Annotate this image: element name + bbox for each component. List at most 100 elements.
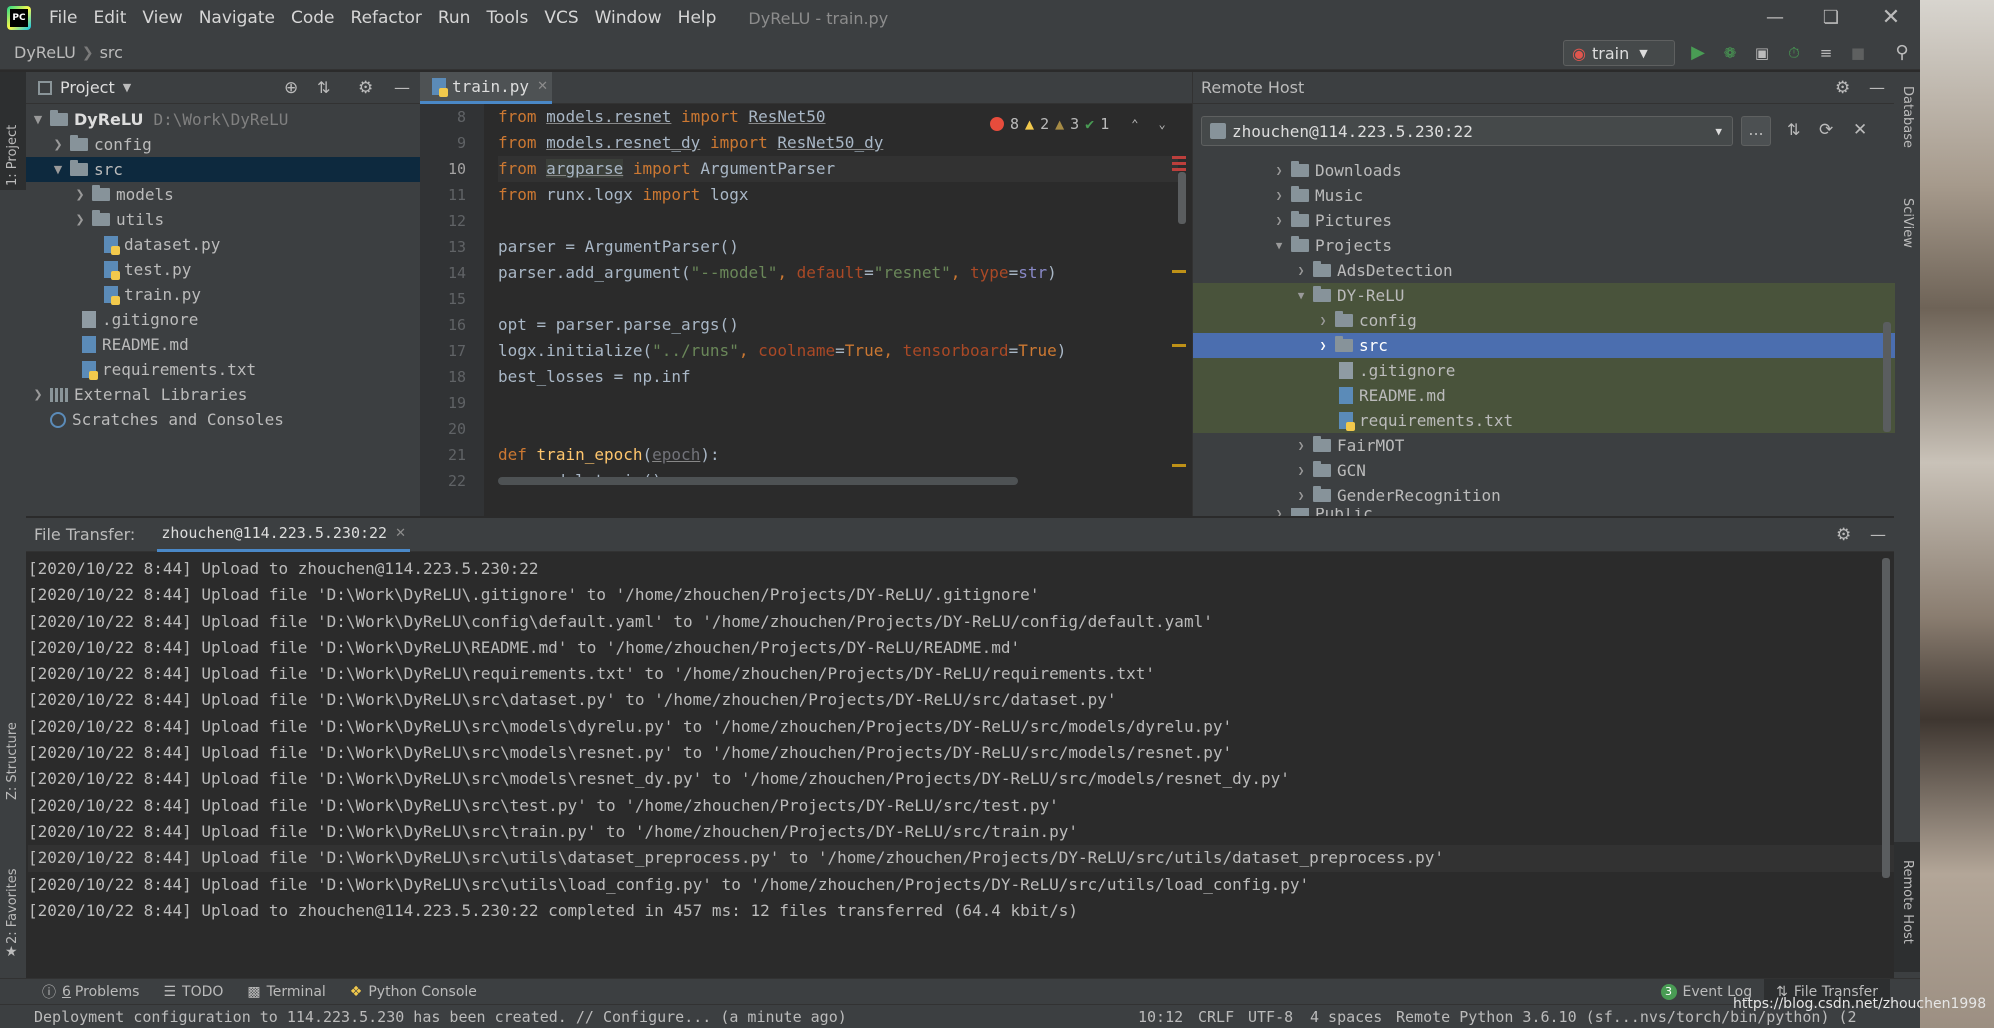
remote-item-projects[interactable]: ▼ Projects [1193, 233, 1895, 258]
locate-icon[interactable]: ⊕ [284, 78, 298, 98]
warning-stripe-mark[interactable] [1172, 270, 1186, 273]
python-console-button[interactable]: ❖ Python Console [338, 979, 489, 1005]
favorites-stripe-label[interactable]: 2: Favorites [5, 868, 20, 944]
hide-panel-icon[interactable]: — [1870, 525, 1886, 544]
build-icon[interactable]: ≡ [1815, 42, 1837, 64]
error-stripe-mark[interactable] [1172, 156, 1186, 159]
remote-item-fairmot[interactable]: ❯ FairMOT [1193, 433, 1895, 458]
refresh-icon[interactable]: ⟳ [1819, 120, 1833, 140]
remote-item-requirements[interactable]: requirements.txt [1193, 408, 1895, 433]
breadcrumb-src[interactable]: src [94, 43, 123, 62]
menu-edit[interactable]: Edit [85, 8, 134, 28]
tree-item-utils[interactable]: ❯ utils [26, 207, 420, 232]
chevron-down-icon[interactable]: ⌄ [1158, 117, 1165, 131]
menu-run[interactable]: Run [430, 8, 479, 28]
terminal-button[interactable]: ▩ Terminal [235, 979, 337, 1005]
indent-setting[interactable]: 4 spaces [1310, 1008, 1382, 1026]
debug-icon[interactable]: ❁ [1719, 42, 1741, 64]
profile-icon[interactable]: ⏱ [1783, 42, 1805, 64]
project-stripe-button[interactable]: 1: Project [0, 72, 26, 190]
tree-item-train-py[interactable]: train.py [26, 282, 420, 307]
caret-position[interactable]: 10:12 [1138, 1008, 1183, 1026]
tree-item-models[interactable]: ❯ models [26, 182, 420, 207]
vertical-scrollbar[interactable] [1178, 172, 1186, 224]
status-message[interactable]: Deployment configuration to 114.223.5.23… [34, 1008, 847, 1026]
code-area[interactable]: from models.resnet import ResNet50 from … [498, 104, 1178, 516]
menu-tools[interactable]: Tools [478, 8, 536, 28]
tree-item-gitignore[interactable]: .gitignore [26, 307, 420, 332]
close-tab-icon[interactable]: ✕ [537, 79, 548, 94]
search-icon[interactable]: ⚲ [1891, 42, 1913, 64]
inspection-widget[interactable]: 8 ▲ 2 ▲ 3 ✔ 1 ⌃ ⌄ [990, 114, 1166, 134]
menu-view[interactable]: View [134, 8, 190, 28]
remote-item-gitignore[interactable]: .gitignore [1193, 358, 1895, 383]
tab-train-py[interactable]: train.py ✕ [420, 72, 552, 104]
horizontal-scrollbar[interactable] [498, 477, 1018, 485]
chevron-down-icon[interactable]: ▼ [123, 81, 131, 94]
tree-item-scratches[interactable]: Scratches and Consoles [26, 407, 420, 432]
close-window-icon[interactable]: ✕ [1863, 0, 1919, 36]
browse-hosts-button[interactable]: ... [1741, 116, 1771, 146]
menu-file[interactable]: File [41, 8, 85, 28]
gear-icon[interactable]: ⚙ [1836, 525, 1851, 545]
tree-item-readme[interactable]: README.md [26, 332, 420, 357]
structure-stripe-label[interactable]: Z: Structure [5, 722, 20, 800]
menu-refactor[interactable]: Refactor [343, 8, 430, 28]
error-stripe-mark[interactable] [1172, 168, 1186, 171]
gear-icon[interactable]: ⚙ [358, 78, 373, 98]
project-view-title[interactable]: Project [60, 78, 115, 97]
vertical-scrollbar[interactable] [1882, 558, 1890, 878]
tree-item-external-libraries[interactable]: ❯ External Libraries [26, 382, 420, 407]
menu-vcs[interactable]: VCS [536, 8, 586, 28]
breadcrumb-project[interactable]: DyReLU [0, 43, 76, 62]
menu-window[interactable]: Window [587, 8, 670, 28]
todo-button[interactable]: ☰ TODO [151, 979, 235, 1005]
file-transfer-tab[interactable]: zhouchen@114.223.5.230:22 ✕ [157, 518, 410, 552]
tree-item-test-py[interactable]: test.py [26, 257, 420, 282]
tree-item-config[interactable]: ❯ config [26, 132, 420, 157]
remote-host-select[interactable]: zhouchen@114.223.5.230:22 ▼ [1201, 116, 1733, 146]
remote-item-genderrecognition[interactable]: ❯ GenderRecognition [1193, 483, 1895, 508]
warning-stripe-mark[interactable] [1172, 464, 1186, 467]
tree-item-root[interactable]: ▼ DyReLU D:\Work\DyReLU [26, 107, 420, 132]
vertical-scrollbar[interactable] [1883, 322, 1891, 432]
tree-item-requirements[interactable]: requirements.txt [26, 357, 420, 382]
menu-code[interactable]: Code [283, 8, 343, 28]
remote-item-config[interactable]: ❯ config [1193, 308, 1895, 333]
remote-item-src[interactable]: ❯ src [1193, 333, 1895, 358]
warning-stripe-mark[interactable] [1172, 344, 1186, 347]
hide-panel-icon[interactable]: — [394, 78, 410, 97]
sciview-stripe-label[interactable]: SciView [1900, 198, 1915, 248]
chevron-up-icon[interactable]: ⌃ [1131, 117, 1138, 131]
file-transfer-log[interactable]: [2020/10/22 8:44] Upload to zhouchen@114… [26, 552, 1894, 924]
tree-item-src[interactable]: ▼ src [26, 157, 420, 182]
remote-host-stripe-button[interactable]: Remote Host [1894, 842, 1920, 972]
close-tab-icon[interactable]: ✕ [395, 526, 406, 541]
close-icon[interactable]: ✕ [1853, 120, 1867, 140]
remote-item-downloads[interactable]: ❯ Downloads [1193, 158, 1895, 183]
gear-icon[interactable]: ⚙ [1835, 78, 1850, 98]
remote-item-public[interactable]: ❯ Public [1193, 508, 1895, 516]
stop-icon[interactable]: ■ [1847, 42, 1869, 64]
collapse-all-icon[interactable]: ⇅ [317, 78, 330, 97]
remote-item-music[interactable]: ❯ Music [1193, 183, 1895, 208]
run-configuration-select[interactable]: ◉ train ▼ [1563, 40, 1675, 66]
error-stripe-mark[interactable] [1172, 162, 1186, 165]
coverage-icon[interactable]: ▣ [1751, 42, 1773, 64]
run-icon[interactable]: ▶ [1687, 42, 1709, 64]
hide-panel-icon[interactable]: — [1869, 78, 1885, 97]
restore-icon[interactable]: ❏ [1803, 0, 1859, 36]
problems-button[interactable]: ⓘ 6 Problems [30, 979, 151, 1005]
remote-item-pictures[interactable]: ❯ Pictures [1193, 208, 1895, 233]
remote-item-adsdetection[interactable]: ❯ AdsDetection [1193, 258, 1895, 283]
remote-item-gcn[interactable]: ❯ GCN [1193, 458, 1895, 483]
tree-item-dataset-py[interactable]: dataset.py [26, 232, 420, 257]
remote-item-dy-relu[interactable]: ▼ DY-ReLU [1193, 283, 1895, 308]
line-separator[interactable]: CRLF [1198, 1008, 1234, 1026]
menu-navigate[interactable]: Navigate [191, 8, 283, 28]
menu-help[interactable]: Help [670, 8, 725, 28]
minimize-icon[interactable]: — [1747, 0, 1803, 36]
database-stripe-label[interactable]: Database [1900, 86, 1915, 148]
remote-item-readme[interactable]: README.md [1193, 383, 1895, 408]
collapse-all-icon[interactable]: ⇅ [1787, 120, 1800, 139]
